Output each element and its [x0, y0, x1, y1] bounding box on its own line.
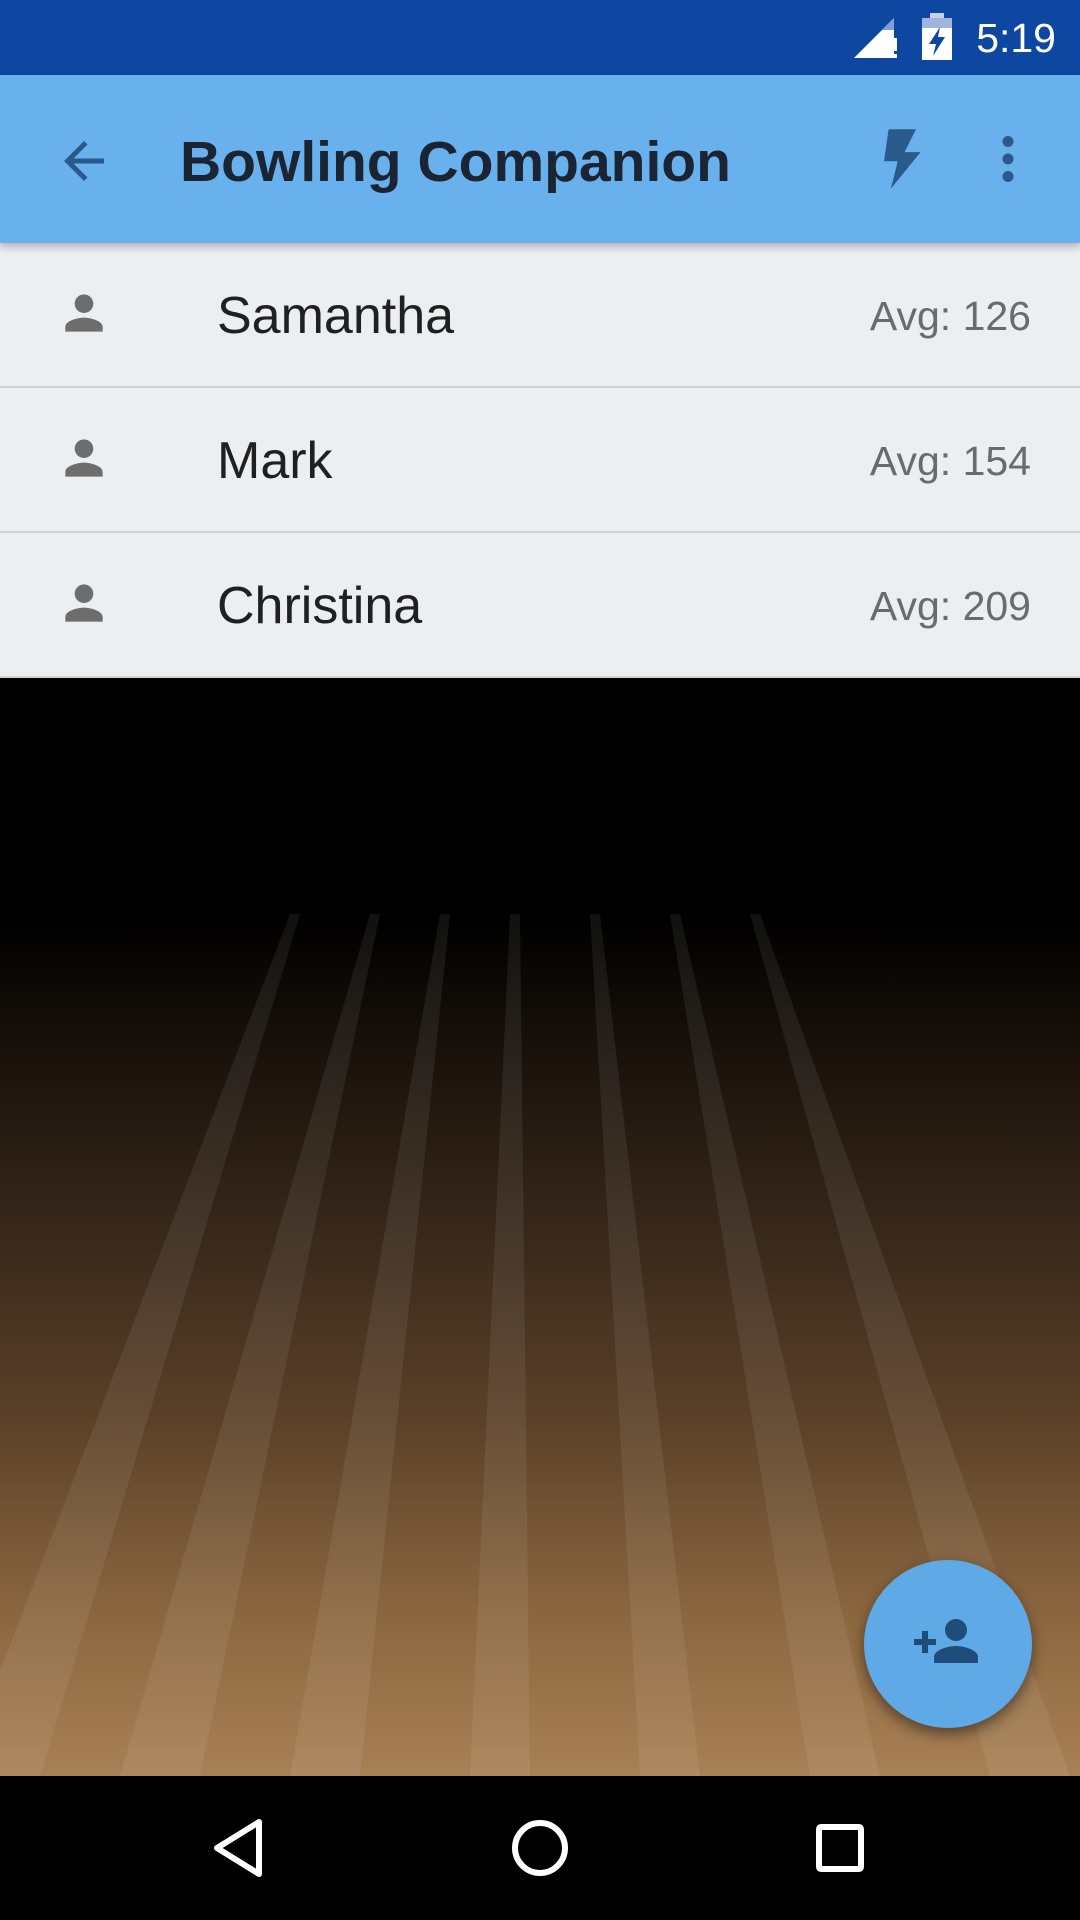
- bowler-row-christina[interactable]: Christina Avg: 209: [0, 533, 1080, 678]
- bowler-list: Samantha Avg: 126 Mark Avg: 154 Christin…: [0, 243, 1080, 678]
- nav-home-icon[interactable]: [504, 1812, 576, 1884]
- bowler-name: Christina: [217, 577, 423, 635]
- status-bar: 5:19: [0, 0, 1080, 75]
- person-icon: [65, 439, 103, 477]
- page-title: Bowling Companion: [180, 130, 731, 194]
- navigation-bar: [0, 1776, 1080, 1920]
- bowler-average: Avg: 209: [869, 583, 1031, 629]
- add-person-icon: [914, 1619, 978, 1663]
- bowler-name: Samantha: [217, 287, 455, 345]
- back-arrow-icon[interactable]: [54, 131, 114, 191]
- more-vert-icon[interactable]: [978, 127, 1038, 191]
- nav-recents-icon[interactable]: [804, 1812, 876, 1884]
- bowler-row-mark[interactable]: Mark Avg: 154: [0, 388, 1080, 533]
- app-bar: Bowling Companion: [0, 75, 1080, 243]
- person-icon: [65, 294, 103, 332]
- person-icon: [65, 584, 103, 622]
- bowler-name: Mark: [217, 432, 333, 490]
- clock: 5:19: [976, 15, 1056, 61]
- bowler-row-samantha[interactable]: Samantha Avg: 126: [0, 243, 1080, 388]
- add-bowler-button[interactable]: [864, 1560, 1032, 1728]
- battery-charging-icon: [922, 13, 952, 60]
- nav-back-icon[interactable]: [203, 1812, 275, 1884]
- bowler-average: Avg: 126: [869, 293, 1031, 339]
- signal-icon: [854, 18, 897, 58]
- bolt-icon[interactable]: [872, 127, 928, 191]
- bowler-average: Avg: 154: [869, 438, 1031, 484]
